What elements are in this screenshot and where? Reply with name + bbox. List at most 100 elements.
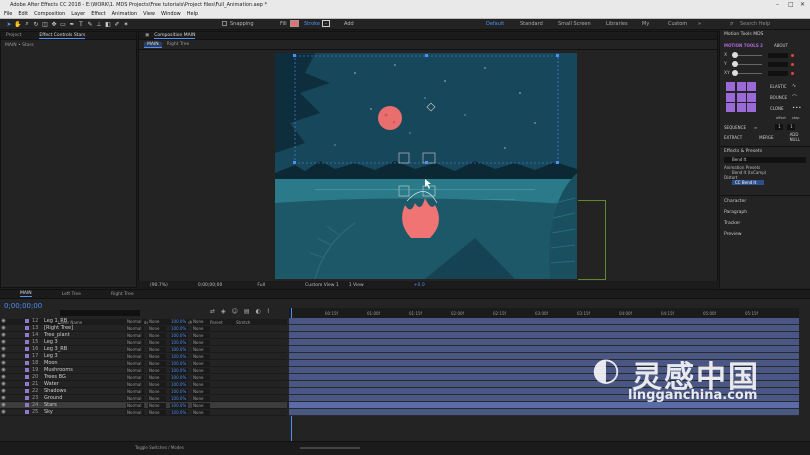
brush-tool-icon[interactable]: ✎ <box>86 20 94 28</box>
layer-label-color[interactable] <box>25 396 29 400</box>
layer-label-color[interactable] <box>25 389 29 393</box>
sequence-button[interactable]: SEQUENCE <box>724 125 746 130</box>
comp-mini-flowchart-icon[interactable]: ⇄ <box>210 308 215 315</box>
layer-parent-dropdown[interactable]: None <box>192 318 210 324</box>
step-value-field[interactable]: 1 <box>787 124 796 130</box>
layer-name[interactable]: Tree_plant <box>44 332 122 338</box>
composition-viewer[interactable] <box>275 53 577 279</box>
layer-parent-dropdown[interactable]: None <box>192 388 210 394</box>
layer-name[interactable]: Stars <box>44 402 122 408</box>
add-label[interactable]: Add <box>344 21 354 27</box>
tab-composition-main[interactable]: Composition MAIN <box>154 33 196 39</box>
layer-stretch-value[interactable]: 100.0% <box>170 409 188 415</box>
layer-name[interactable]: Water <box>44 381 122 387</box>
zoom-tool-icon[interactable]: ⌕ <box>23 20 31 28</box>
add-null-button[interactable]: ADD NULL <box>790 132 810 142</box>
layer-label-color[interactable] <box>25 340 29 344</box>
layer-label-color[interactable] <box>25 410 29 414</box>
layer-name[interactable]: [Right Tree] <box>44 325 122 331</box>
comp-subtab-right-tree[interactable]: Right Tree <box>167 42 190 47</box>
layer-stretch-value[interactable]: 100.0% <box>170 353 188 359</box>
layer-name[interactable]: Mushrooms <box>44 367 122 373</box>
x-keyframe-icon[interactable] <box>791 54 794 57</box>
eraser-tool-icon[interactable]: ◧ <box>104 20 112 28</box>
layer-mode-dropdown[interactable]: Normal <box>126 409 144 415</box>
tracker-panel-tab[interactable]: Tracker <box>720 218 810 229</box>
layer-mode-dropdown[interactable]: Normal <box>126 367 144 373</box>
workspace-custom[interactable]: Custom <box>668 21 687 27</box>
layer-trkmat-dropdown[interactable]: None <box>148 388 166 394</box>
minimize-icon[interactable]: – <box>776 1 779 8</box>
zoom-dropdown[interactable]: (90.7%) <box>150 283 168 288</box>
layer-stretch-value[interactable]: 100.0% <box>170 374 188 380</box>
fill-swatch[interactable] <box>290 20 299 27</box>
layer-trkmat-dropdown[interactable]: None <box>148 346 166 352</box>
visibility-eye-icon[interactable]: ◉ <box>0 402 7 408</box>
workspace-default[interactable]: Default <box>486 21 504 27</box>
effects-search-input[interactable]: Bend It <box>724 157 806 163</box>
exposure-value[interactable]: +0.0 <box>414 283 425 288</box>
paragraph-panel-tab[interactable]: Paragraph <box>720 207 810 218</box>
offset-value-field[interactable]: 1 <box>775 124 784 130</box>
layer-trkmat-dropdown[interactable]: None <box>148 381 166 387</box>
layer-stretch-value[interactable]: 100.0% <box>170 318 188 324</box>
layer-label-color[interactable] <box>25 347 29 351</box>
layer-trkmat-dropdown[interactable]: None <box>148 353 166 359</box>
frame-blending-icon[interactable]: ▤ <box>244 308 250 315</box>
elastic-button[interactable]: ELASTIC <box>770 84 787 89</box>
menu-view[interactable]: View <box>143 11 155 17</box>
views-dropdown[interactable]: 1 View <box>349 283 364 288</box>
layer-row[interactable]: ◉ 13 [Right Tree] Normal None 100.0% None <box>0 325 287 332</box>
layer-name[interactable]: Shadows <box>44 388 122 394</box>
layer-mode-dropdown[interactable]: Normal <box>126 388 144 394</box>
visibility-eye-icon[interactable]: ◉ <box>0 381 7 387</box>
layer-label-color[interactable] <box>25 361 29 365</box>
menu-file[interactable]: File <box>4 11 12 17</box>
timeline-tab-main[interactable]: MAIN <box>20 291 32 297</box>
close-icon[interactable]: ✕ <box>800 1 805 8</box>
y-slider[interactable] <box>732 61 762 67</box>
layer-row[interactable]: ◉ 12 Leg 1_RB Normal None 100.0% None <box>0 318 287 325</box>
layer-parent-dropdown[interactable]: None <box>192 409 210 415</box>
layer-label-color[interactable] <box>25 326 29 330</box>
merge-button[interactable]: MERGE <box>759 135 773 140</box>
visibility-eye-icon[interactable]: ◉ <box>0 325 7 331</box>
layer-mode-dropdown[interactable]: Normal <box>126 360 144 366</box>
layer-stretch-value[interactable]: 100.0% <box>170 346 188 352</box>
tab-effect-controls[interactable]: Effect Controls Stars <box>39 33 86 39</box>
timeline-tab-right-tree[interactable]: Right Tree <box>111 292 134 297</box>
visibility-eye-icon[interactable]: ◉ <box>0 409 7 415</box>
layer-row[interactable]: ◉ 15 Leg 3 Normal None 100.0% None <box>0 339 287 346</box>
layer-row[interactable]: ◉ 24 Stars Normal None 100.0% None <box>0 402 287 409</box>
layer-row[interactable]: ◉ 25 Sky Normal None 100.0% None <box>0 409 287 416</box>
layer-row[interactable]: ◉ 18 Moon Normal None 100.0% None <box>0 360 287 367</box>
layer-parent-dropdown[interactable]: None <box>192 353 210 359</box>
x-slider[interactable] <box>732 52 762 58</box>
tab-project[interactable]: Project <box>6 33 21 38</box>
layer-stretch-value[interactable]: 100.0% <box>170 388 188 394</box>
layer-trkmat-dropdown[interactable]: None <box>148 332 166 338</box>
layer-trkmat-dropdown[interactable]: None <box>148 325 166 331</box>
workspace-menu-icon[interactable]: » <box>698 21 701 27</box>
visibility-eye-icon[interactable]: ◉ <box>0 318 7 324</box>
layer-name[interactable]: Leg 3 <box>44 339 122 345</box>
layer-parent-dropdown[interactable]: None <box>192 332 210 338</box>
layer-row[interactable]: ◉ 23 Ground Normal None 100.0% None <box>0 395 287 402</box>
toggle-switches-modes-button[interactable]: Toggle Switches / Modes <box>135 445 184 450</box>
preview-panel-tab[interactable]: Preview <box>720 229 810 240</box>
workspace-libraries[interactable]: Libraries <box>606 21 628 27</box>
visibility-eye-icon[interactable]: ◉ <box>0 360 7 366</box>
layer-parent-dropdown[interactable]: None <box>192 346 210 352</box>
visibility-eye-icon[interactable]: ◉ <box>0 339 7 345</box>
timeline-tab-left-tree[interactable]: Left Tree <box>62 292 81 297</box>
layer-label-color[interactable] <box>25 382 29 386</box>
layer-parent-dropdown[interactable]: None <box>192 360 210 366</box>
character-panel-tab[interactable]: Character <box>720 196 810 207</box>
type-tool-icon[interactable]: T <box>77 20 85 28</box>
layer-parent-dropdown[interactable]: None <box>192 402 210 408</box>
stroke-swatch[interactable]: - <box>322 20 330 27</box>
layer-stretch-value[interactable]: 100.0% <box>170 395 188 401</box>
visibility-eye-icon[interactable]: ◉ <box>0 388 7 394</box>
preset-tree-cc-bend-it[interactable]: CC Bend It <box>732 180 764 185</box>
layer-parent-dropdown[interactable]: None <box>192 374 210 380</box>
